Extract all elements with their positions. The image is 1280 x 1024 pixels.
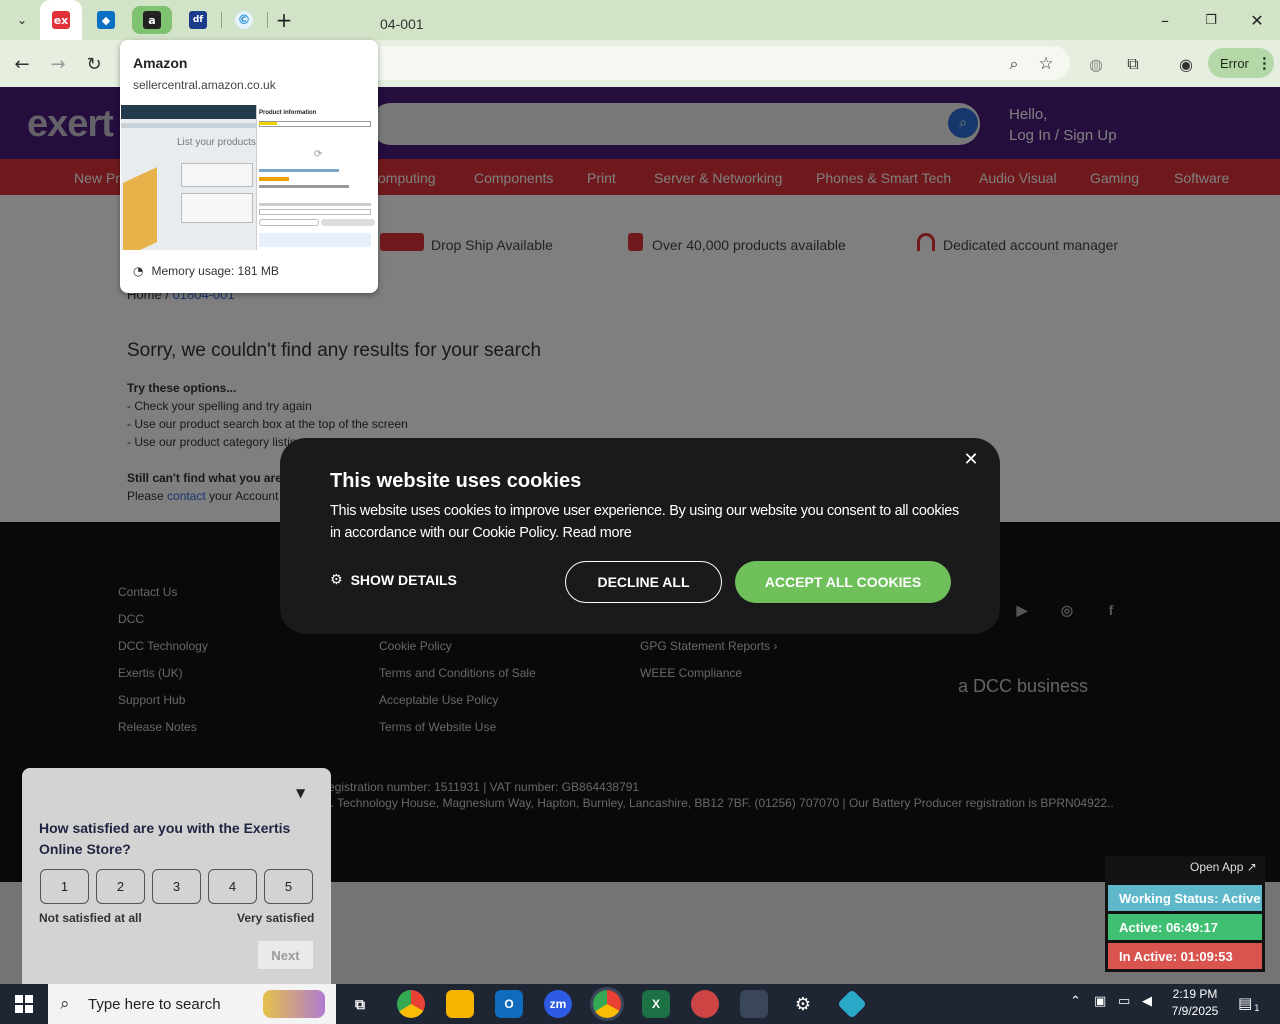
gauge-icon: ◔	[133, 264, 144, 278]
show-details-label: SHOW DETAILS	[350, 572, 457, 588]
preview-heading: Product information	[259, 110, 317, 116]
hover-card-preview: List your products Product information ⟳	[121, 105, 377, 250]
clock-date: 7/9/2025	[1171, 1004, 1219, 1018]
more-menu-icon: ⋮	[1256, 55, 1272, 72]
file-explorer-icon[interactable]	[446, 990, 474, 1018]
copyright-favicon-icon: ©	[235, 11, 253, 29]
outlook-icon[interactable]: O	[495, 990, 523, 1018]
back-arrow-icon[interactable]: ←	[8, 50, 36, 78]
decline-all-button[interactable]: DECLINE ALL	[565, 561, 722, 603]
open-app-link[interactable]: Open App ↗	[1190, 860, 1257, 874]
taskbar-search-placeholder: Type here to search	[88, 995, 221, 1013]
tray-security-icon[interactable]: ▣	[1094, 994, 1106, 1009]
network-icon[interactable]: ▭	[1118, 994, 1130, 1009]
cookie-body: This website uses cookies to improve use…	[330, 500, 960, 544]
notification-center-icon[interactable]: ▤	[1238, 994, 1252, 1012]
low-rating-label: Not satisfied at all	[39, 911, 142, 925]
survey-question: How satisfied are you with the Exertis O…	[39, 820, 291, 857]
collapse-triangle-icon[interactable]: ▼	[296, 786, 305, 800]
chevron-down-icon: ⌄	[16, 13, 28, 27]
error-label: Error	[1220, 55, 1249, 71]
chrome-active-icon[interactable]	[593, 990, 621, 1018]
tool-favicon-icon: ◆	[97, 11, 115, 29]
rating-4-button[interactable]: 4	[208, 869, 257, 904]
notification-count: 1	[1254, 1004, 1260, 1014]
show-details-button[interactable]: ⚙ SHOW DETAILS	[330, 572, 457, 588]
gear-icon: ⚙	[330, 572, 343, 588]
cookie-consent-dialog: ✕ This website uses cookies This website…	[280, 438, 1000, 634]
zoom-app-icon[interactable]: zm	[544, 990, 572, 1018]
hover-card-memory: ◔ Memory usage: 181 MB	[133, 264, 279, 278]
tab-df[interactable]: df	[178, 6, 218, 34]
close-window-button[interactable]: ✕	[1234, 0, 1280, 40]
tab-tool[interactable]: ◆	[86, 6, 126, 34]
active-time: Active: 06:49:17	[1108, 914, 1262, 940]
tab-search-dropdown[interactable]: ⌄	[2, 6, 42, 34]
extensions-puzzle-icon[interactable]: ⧉	[1119, 50, 1147, 78]
profile-error-button[interactable]: Error ⋮	[1208, 48, 1274, 78]
memory-usage-text: Memory usage: 181 MB	[151, 264, 279, 278]
read-more-link[interactable]: Read more	[563, 525, 632, 541]
search-icon: ⌕	[60, 994, 70, 1014]
profile-avatar-icon[interactable]: ◉	[1172, 50, 1200, 78]
app-meter-icon[interactable]	[740, 990, 768, 1018]
rating-3-button[interactable]: 3	[152, 869, 201, 904]
working-status: Working Status: Active	[1108, 885, 1262, 911]
translate-globe-icon[interactable]: ◍	[1082, 50, 1110, 78]
hover-card-url: sellercentral.amazon.co.uk	[133, 78, 276, 92]
start-button[interactable]	[0, 984, 48, 1024]
forward-arrow-icon[interactable]: →	[44, 50, 72, 78]
cookie-body-text: This website uses cookies to improve use…	[330, 503, 959, 541]
survey-next-button[interactable]: Next	[258, 941, 313, 969]
loading-icon: ⟳	[314, 149, 323, 160]
zoom-icon[interactable]: ⌕	[1000, 50, 1028, 78]
volume-icon[interactable]: ◀	[1142, 994, 1152, 1009]
tab-amazon[interactable]: a	[132, 6, 172, 34]
tab-hover-card: Amazon sellercentral.amazon.co.uk List y…	[120, 40, 378, 293]
close-icon[interactable]: ✕	[960, 448, 982, 470]
satisfaction-survey: ▼ How satisfied are you with the Exertis…	[22, 768, 331, 984]
rating-1-button[interactable]: 1	[40, 869, 89, 904]
cookie-title: This website uses cookies	[330, 470, 582, 492]
clock-time: 2:19 PM	[1172, 987, 1218, 1001]
preview-side-text: List your products	[177, 137, 256, 148]
browser-tab-strip: ⌄ ex ◆ a df © + – ❐ ✕	[0, 0, 1280, 40]
exertis-favicon-icon: ex	[52, 11, 70, 29]
df-favicon-icon: df	[189, 11, 207, 29]
new-tab-button[interactable]: +	[264, 6, 304, 34]
bookmark-star-icon[interactable]: ☆	[1032, 50, 1060, 78]
high-rating-label: Very satisfied	[237, 911, 315, 925]
reload-icon[interactable]: ↻	[80, 50, 108, 78]
rating-5-button[interactable]: 5	[264, 869, 313, 904]
hover-card-title: Amazon	[133, 55, 188, 71]
tab-separator	[221, 12, 222, 28]
excel-icon[interactable]: X	[642, 990, 670, 1018]
amazon-box-graphic	[123, 167, 157, 250]
taskbar-search-box[interactable]: ⌕ Type here to search	[48, 984, 336, 1024]
rating-2-button[interactable]: 2	[96, 869, 145, 904]
minimize-button[interactable]: –	[1142, 0, 1188, 40]
address-bar-text: 04-001	[380, 16, 424, 32]
task-view-icon[interactable]: ⧉	[346, 990, 374, 1018]
windows-logo-icon	[15, 995, 33, 1013]
restore-button[interactable]: ❐	[1188, 0, 1234, 40]
tab-exertis[interactable]: ex	[40, 0, 82, 40]
app-red-circle-icon[interactable]	[691, 990, 719, 1018]
tray-overflow-icon[interactable]: ⌃	[1070, 994, 1081, 1009]
search-highlight-graphic	[263, 990, 325, 1018]
tab-copyright[interactable]: ©	[224, 6, 264, 34]
taskbar-clock[interactable]: 2:19 PM 7/9/2025	[1166, 986, 1224, 1020]
inactive-time: In Active: 01:09:53	[1108, 943, 1262, 969]
amazon-favicon-icon: a	[143, 11, 161, 29]
settings-gear-icon[interactable]: ⚙	[789, 990, 817, 1018]
accept-all-cookies-button[interactable]: ACCEPT ALL COOKIES	[735, 561, 951, 603]
chrome-icon[interactable]	[397, 990, 425, 1018]
